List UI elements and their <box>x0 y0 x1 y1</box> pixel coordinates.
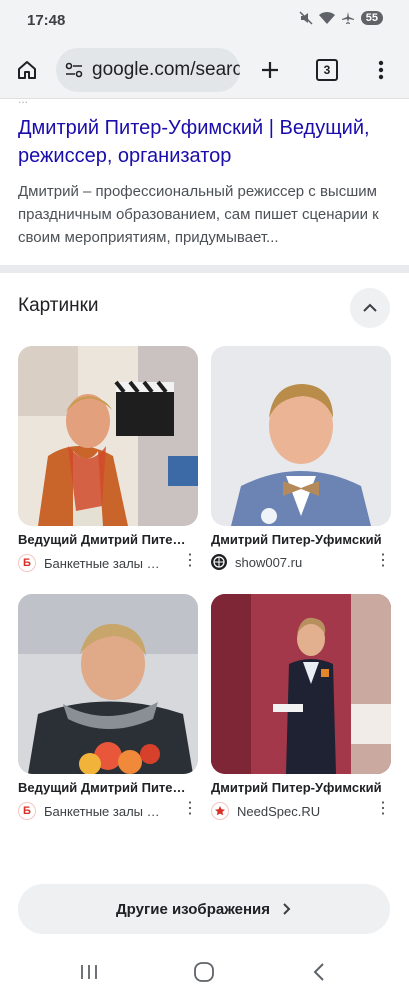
image-thumbnail[interactable] <box>211 594 391 774</box>
battery-indicator: 55 <box>360 11 383 25</box>
image-title: Ведущий Дмитрий Питер-Уфимский <box>18 532 190 547</box>
url-text: google.com/search <box>92 59 240 80</box>
chevron-up-icon <box>363 303 377 312</box>
collapse-images-button[interactable] <box>350 288 390 328</box>
image-thumbnail[interactable] <box>18 346 198 526</box>
wifi-icon <box>318 11 335 24</box>
host-with-clapperboard-image <box>18 346 198 526</box>
home-circle-icon <box>194 962 214 982</box>
red-b-icon: Б <box>18 554 36 572</box>
menu-button[interactable] <box>363 52 399 88</box>
address-bar[interactable]: google.com/search <box>56 48 240 92</box>
section-divider <box>0 265 409 273</box>
host-on-stage-image <box>211 594 391 774</box>
image-source[interactable]: show007.ru ⋮ <box>211 553 391 570</box>
more-images-label: Другие изображения <box>115 900 271 918</box>
back-button[interactable] <box>305 960 333 984</box>
image-source[interactable]: Б Банкетные залы Москвы ⋮ <box>18 553 198 572</box>
home-nav-button[interactable] <box>190 960 218 984</box>
tab-switcher-button[interactable]: 3 <box>309 52 345 88</box>
previous-snippet-fragment: ... <box>18 92 29 106</box>
more-options-icon[interactable]: ⋮ <box>182 553 198 569</box>
home-icon <box>18 61 36 79</box>
more-options-icon[interactable]: ⋮ <box>375 553 391 569</box>
image-card[interactable]: Дмитрий Питер-Уфимский show007.ru ⋮ <box>211 346 391 570</box>
more-options-icon[interactable]: ⋮ <box>375 801 391 817</box>
image-thumbnail[interactable] <box>18 594 198 774</box>
image-title: Дмитрий Питер-Уфимский <box>211 532 382 547</box>
tabs-count: 3 <box>316 59 338 81</box>
plus-icon <box>262 62 278 78</box>
host-portrait-image <box>211 346 391 526</box>
image-card[interactable]: Дмитрий Питер-Уфимский NeedSpec.RU ⋮ <box>211 594 391 820</box>
airplane-icon <box>341 12 354 24</box>
source-name: NeedSpec.RU <box>237 803 321 819</box>
new-tab-button[interactable] <box>252 52 288 88</box>
more-options-icon[interactable]: ⋮ <box>182 801 198 817</box>
site-settings-icon <box>65 62 83 78</box>
recent-apps-button[interactable] <box>75 960 103 984</box>
result-snippet: Дмитрий – профессиональный режиссер с вы… <box>18 183 379 246</box>
status-time: 17:48 <box>27 12 66 29</box>
home-button[interactable] <box>9 52 45 88</box>
more-vert-icon <box>378 60 384 80</box>
source-name: Банкетные залы Москвы <box>44 555 164 571</box>
image-source[interactable]: Б Банкетные залы Москвы ⋮ <box>18 801 198 820</box>
image-card[interactable]: Ведущий Дмитрий Питер-Уфимский Б Банкетн… <box>18 594 198 820</box>
mute-icon <box>299 11 313 25</box>
system-nav-bar <box>0 948 409 999</box>
chevron-right-icon <box>283 903 291 915</box>
back-icon <box>313 963 324 981</box>
images-heading: Картинки <box>18 295 99 316</box>
image-title: Ведущий Дмитрий Питер-Уфимский <box>18 780 190 795</box>
source-name: Банкетные залы Москвы <box>44 803 164 819</box>
source-name: show007.ru <box>235 554 303 570</box>
more-images-button[interactable]: Другие изображения <box>18 884 390 934</box>
recent-apps-icon <box>81 965 97 979</box>
status-icons: 55 <box>299 11 383 25</box>
image-card[interactable]: Ведущий Дмитрий Питер-Уфимский Б Банкетн… <box>18 346 198 572</box>
red-b-icon: Б <box>18 802 36 820</box>
image-source[interactable]: NeedSpec.RU ⋮ <box>211 801 391 820</box>
result-title-link[interactable]: Дмитрий Питер-Уфимский | Ведущий, режисс… <box>18 114 390 170</box>
host-winter-image <box>18 594 198 774</box>
star-icon <box>211 802 229 820</box>
image-thumbnail[interactable] <box>211 346 391 526</box>
status-bar: 17:48 55 <box>0 0 409 42</box>
image-title: Дмитрий Питер-Уфимский <box>211 780 382 795</box>
browser-toolbar: google.com/search 3 <box>0 42 409 99</box>
globe-icon <box>211 554 227 570</box>
search-result: ... Дмитрий Питер-Уфимский | Ведущий, ре… <box>18 92 390 249</box>
